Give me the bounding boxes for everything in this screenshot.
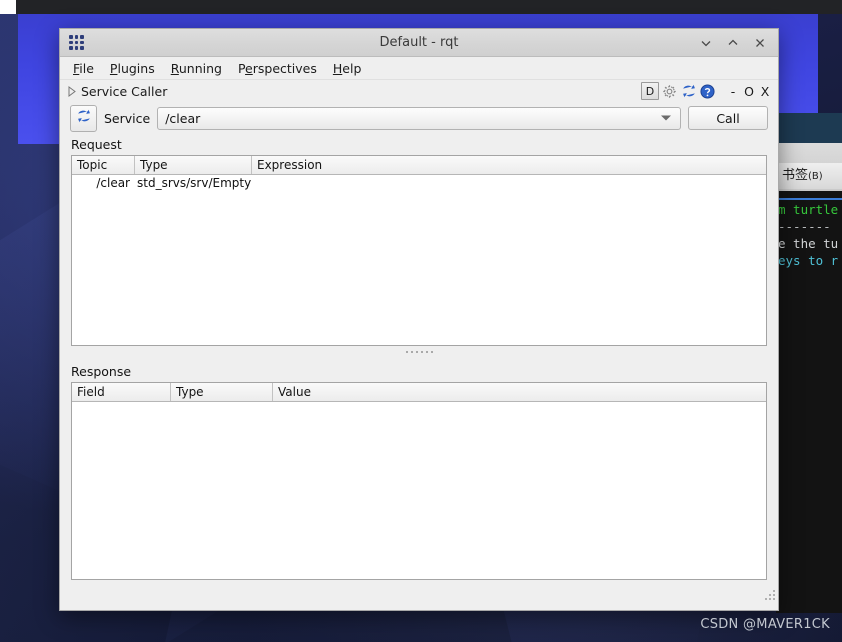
screen-root: ∨∨ 书签(B) m turtle ------- e the tu eys t… (0, 0, 842, 642)
menubar: File Plugins Running Perspectives Help (60, 57, 778, 80)
system-bar-left-block (0, 0, 16, 14)
column-header-type[interactable]: Type (171, 383, 273, 401)
response-table-header: Field Type Value (72, 383, 766, 402)
refresh-arrows-icon (76, 108, 92, 128)
dock-button[interactable]: D (641, 82, 659, 100)
service-combobox-value: /clear (165, 110, 201, 126)
window-bottom-pad (60, 580, 778, 602)
panel-splitter-handle[interactable] (60, 346, 778, 358)
menu-file-label: ile (79, 60, 94, 76)
resize-grip[interactable] (761, 586, 775, 600)
column-header-topic[interactable]: Topic (72, 156, 135, 174)
table-row[interactable]: /clear std_srvs/srv/Empty (72, 175, 766, 192)
plugin-minimize-button[interactable]: - (726, 84, 740, 99)
service-label: Service (104, 110, 151, 126)
menu-plugins[interactable]: Plugins (102, 59, 163, 78)
menu-running-label: unning (178, 60, 222, 76)
service-selector-row: Service /clear Call (60, 102, 778, 132)
grid-apps-icon (67, 33, 86, 52)
terminal-menu-bookmarks[interactable]: 书签(B) (776, 163, 842, 189)
service-combobox[interactable]: /clear (157, 106, 681, 130)
rqt-main-window: Default - rqt File Plugins Running Persp… (59, 28, 779, 611)
column-header-expression[interactable]: Expression (252, 156, 766, 174)
window-title: Default - rqt (379, 35, 459, 50)
terminal-menu-label: 书签 (782, 168, 809, 183)
request-table[interactable]: Topic Type Expression /clear std_srvs/sr… (71, 155, 767, 346)
refresh-services-button[interactable] (70, 104, 97, 132)
plugin-maximize-button[interactable]: O (742, 84, 756, 99)
menu-file[interactable]: File (65, 59, 102, 78)
help-question-icon[interactable] (699, 83, 716, 100)
response-section-label: Response (71, 364, 132, 379)
menu-help[interactable]: Help (325, 59, 370, 78)
column-header-field[interactable]: Field (72, 383, 171, 401)
response-table-body[interactable] (72, 402, 766, 579)
plugin-close-button[interactable]: X (758, 84, 772, 99)
column-header-type[interactable]: Type (135, 156, 252, 174)
terminal-line: ------- (778, 219, 831, 234)
window-controls (694, 29, 772, 56)
terminal-line: eys to r (778, 253, 839, 268)
cell-type: std_srvs/srv/Empty (137, 176, 252, 190)
maximize-chevron-icon[interactable] (721, 32, 745, 54)
plugin-action-buttons: D - O X (641, 80, 772, 102)
cell-topic: /clear (96, 176, 130, 190)
terminal-line: e the tu (778, 236, 839, 251)
column-header-value[interactable]: Value (273, 383, 766, 401)
close-x-icon[interactable] (748, 32, 772, 54)
menu-plugins-label: lugins (117, 60, 155, 76)
menu-running[interactable]: Running (163, 59, 230, 78)
response-table[interactable]: Field Type Value (71, 382, 767, 580)
call-button[interactable]: Call (688, 106, 768, 130)
minimize-chevron-icon[interactable] (694, 32, 718, 54)
refresh-arrows-icon[interactable] (680, 83, 697, 100)
gear-icon[interactable] (661, 83, 678, 100)
plugin-title: Service Caller (81, 83, 168, 99)
terminal-output: m turtle ------- e the tu eys to r (776, 201, 842, 613)
background-window-terminal[interactable]: 书签(B) m turtle ------- e the tu eys to r (776, 143, 842, 613)
menu-help-label: elp (342, 60, 362, 76)
menu-perspectives-label: rspectives (252, 60, 317, 76)
request-table-header: Topic Type Expression (72, 156, 766, 175)
chevron-down-icon[interactable] (661, 115, 671, 121)
terminal-menu-mnemonic: (B) (808, 171, 823, 182)
menu-perspectives[interactable]: Perspectives (230, 59, 325, 78)
terminal-accent-divider (776, 198, 842, 200)
terminal-line: m turtle (778, 202, 839, 217)
window-titlebar[interactable]: Default - rqt (60, 29, 778, 57)
background-strip (776, 113, 842, 143)
request-table-body[interactable]: /clear std_srvs/srv/Empty (72, 175, 766, 345)
request-section-label: Request (71, 137, 122, 152)
watermark-text: CSDN @MAVER1CK (700, 617, 830, 632)
system-top-bar (0, 0, 842, 14)
triangle-right-icon[interactable] (68, 85, 76, 97)
plugin-header-bar: Service Caller D - O X (60, 80, 778, 102)
